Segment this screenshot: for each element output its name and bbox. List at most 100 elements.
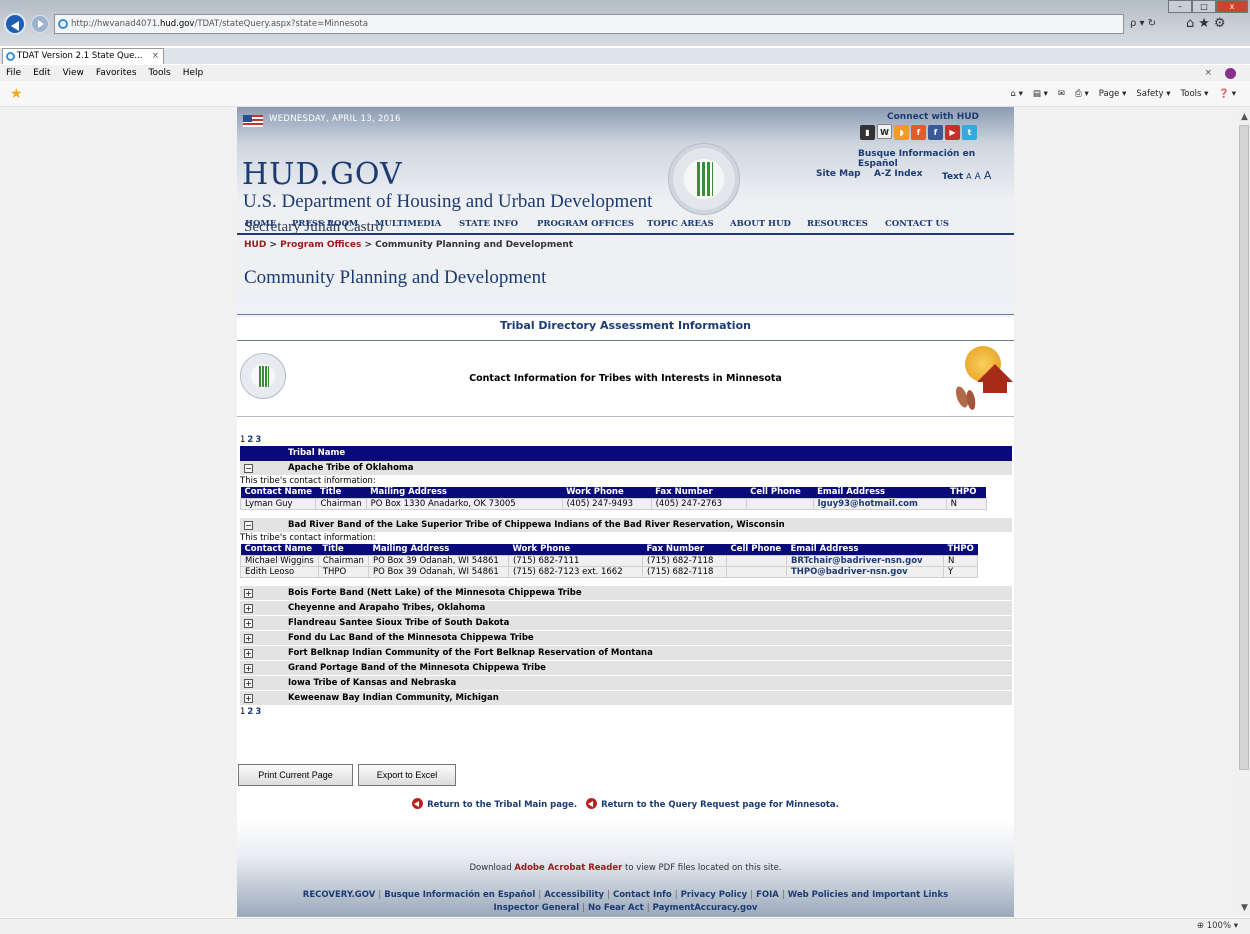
nav-about-hud[interactable]: ABOUT HUD — [730, 219, 791, 229]
home-favorites-settings-icons[interactable]: ⌂★⚙ — [1186, 14, 1248, 34]
nav-resources[interactable]: RESOURCES — [807, 219, 868, 229]
footer-link-foia[interactable]: FOIA — [756, 890, 779, 900]
scroll-up-icon[interactable]: ▲ — [1241, 112, 1248, 122]
breadcrumb-program-offices[interactable]: Program Offices — [280, 240, 361, 250]
footer-link-contact-info[interactable]: Contact Info — [613, 890, 672, 900]
expand-icon[interactable]: + — [244, 604, 253, 613]
page-menu[interactable]: Page ▾ — [1099, 89, 1127, 99]
mail-cmd[interactable]: ✉ — [1058, 89, 1065, 99]
nav-state-info[interactable]: STATE INFO — [459, 219, 518, 229]
return-query-request-link[interactable]: Return to the Query Request page for Min… — [601, 800, 839, 810]
site-name[interactable]: HUD.GOV — [242, 157, 403, 192]
text-size-medium[interactable]: A — [975, 172, 981, 182]
expand-icon[interactable]: + — [244, 619, 253, 628]
contact-email[interactable]: lguy93@hotmail.com — [812, 498, 947, 510]
twitter-icon[interactable]: t — [962, 125, 977, 140]
rss-icon[interactable]: ◗ — [894, 125, 909, 140]
print-cmd[interactable]: ⎙ ▾ — [1075, 89, 1089, 99]
print-current-page-button[interactable]: Print Current Page — [238, 764, 353, 786]
nav-press-room[interactable]: PRESS ROOM — [292, 219, 358, 229]
text-size-large[interactable]: A — [984, 169, 992, 182]
tribe-row[interactable]: + Cheyenne and Arapaho Tribes, Oklahoma — [240, 601, 1012, 616]
tab-close-icon[interactable]: × — [152, 49, 159, 64]
facebook-icon[interactable]: f — [928, 125, 943, 140]
tribe-row[interactable]: + Grand Portage Band of the Minnesota Chi… — [240, 661, 1012, 676]
close-window-button[interactable]: x — [1216, 0, 1248, 13]
footer-link-inspector-general[interactable]: Inspector General — [494, 903, 580, 913]
home-cmd[interactable]: ⌂ ▾ — [1011, 89, 1023, 99]
tribe-row[interactable]: − Apache Tribe of Oklahoma — [240, 461, 1012, 476]
smiley-feedback-icon[interactable] — [1225, 68, 1236, 79]
expand-icon[interactable]: + — [244, 679, 253, 688]
scroll-down-icon[interactable]: ▼ — [1241, 903, 1248, 913]
menu-help[interactable]: Help — [183, 68, 204, 78]
menubar-close-icon[interactable]: × — [1204, 65, 1212, 82]
vertical-scrollbar[interactable]: ▲ ▼ — [1238, 107, 1250, 917]
scrollbar-thumb[interactable] — [1239, 125, 1249, 770]
address-bar[interactable]: http://hwvanad4071.hud.gov/TDAT/stateQue… — [54, 14, 1124, 34]
nav-program-offices[interactable]: PROGRAM OFFICES — [537, 219, 634, 229]
expand-icon[interactable]: + — [244, 634, 253, 643]
favorites-bar: ★ ⌂ ▾ ▤ ▾ ✉ ⎙ ▾ Page ▾ Safety ▾ Tools ▾ ❓ ▾ — [0, 83, 1250, 107]
footer-link-no-fear-act[interactable]: No Fear Act — [588, 903, 644, 913]
youtube-icon[interactable]: ▶ — [945, 125, 960, 140]
tribe-row[interactable]: + Keweenaw Bay Indian Community, Michigan — [240, 691, 1012, 706]
tribe-row[interactable]: + Fort Belknap Indian Community of the Fo… — [240, 646, 1012, 661]
nav-topic-areas[interactable]: TOPIC AREAS — [647, 219, 714, 229]
collapse-icon[interactable]: − — [244, 521, 253, 530]
tribe-row[interactable]: + Fond du Lac Band of the Minnesota Chipp… — [240, 631, 1012, 646]
zoom-level[interactable]: ⊕ 100% ▾ — [1197, 919, 1238, 934]
nav-home[interactable]: HOME — [245, 219, 276, 229]
favorites-star-icon[interactable]: ★ — [10, 86, 23, 102]
search-refresh-icon[interactable]: ρ ▾ ↻ — [1126, 14, 1176, 34]
nav-multimedia[interactable]: MULTIMEDIA — [375, 219, 441, 229]
footer-link-busque[interactable]: Busque Información en Español — [384, 890, 535, 900]
tribe-row[interactable]: + Bois Forte Band (Nett Lake) of the Minn… — [240, 586, 1012, 601]
menu-favorites[interactable]: Favorites — [96, 68, 137, 78]
menu-file[interactable]: File — [6, 68, 21, 78]
safety-menu[interactable]: Safety ▾ — [1136, 89, 1170, 99]
tribe-row[interactable]: + Flandreau Santee Sioux Tribe of South D… — [240, 616, 1012, 631]
text-size-small[interactable]: A — [966, 172, 971, 181]
expand-icon[interactable]: + — [244, 664, 253, 673]
collapse-icon[interactable]: − — [244, 464, 253, 473]
footer-link-payment-accuracy[interactable]: PaymentAccuracy.gov — [653, 903, 758, 913]
tab-active[interactable]: TDAT Version 2.1 State Que... × — [2, 48, 164, 64]
pager-page-3[interactable]: 3 — [255, 435, 261, 445]
menu-edit[interactable]: Edit — [33, 68, 50, 78]
pager-page-2[interactable]: 2 — [247, 435, 253, 445]
contact-email[interactable]: THPO@badriver-nsn.gov — [785, 566, 944, 578]
contact-email[interactable]: BRTchair@badriver-nsn.gov — [785, 555, 944, 567]
expand-icon[interactable]: + — [244, 694, 253, 703]
flickr-icon[interactable]: f — [911, 125, 926, 140]
busque-link[interactable]: Busque Información en Español — [858, 149, 1014, 169]
wikipedia-icon[interactable]: W — [877, 124, 892, 139]
nav-contact-us[interactable]: CONTACT US — [885, 219, 949, 229]
mobile-icon[interactable]: ▮ — [860, 125, 875, 140]
az-index-link[interactable]: A-Z Index — [874, 169, 922, 179]
forward-button[interactable] — [31, 15, 49, 33]
minimize-button[interactable]: – — [1168, 0, 1192, 13]
pager-page-3[interactable]: 3 — [255, 707, 261, 717]
footer-link-recovery[interactable]: RECOVERY.GOV — [303, 890, 376, 900]
footer-link-web-policies[interactable]: Web Policies and Important Links — [788, 890, 948, 900]
expand-icon[interactable]: + — [244, 649, 253, 658]
maximize-button[interactable]: □ — [1192, 0, 1216, 13]
footer-link-privacy[interactable]: Privacy Policy — [681, 890, 748, 900]
pager-page-2[interactable]: 2 — [247, 707, 253, 717]
breadcrumb-hud[interactable]: HUD — [244, 240, 266, 250]
export-to-excel-button[interactable]: Export to Excel — [358, 764, 456, 786]
tribe-row[interactable]: − Bad River Band of the Lake Superior Tr… — [240, 518, 1012, 533]
footer-link-accessibility[interactable]: Accessibility — [544, 890, 604, 900]
expand-icon[interactable]: + — [244, 589, 253, 598]
back-button[interactable] — [4, 13, 26, 35]
tribe-row[interactable]: + Iowa Tribe of Kansas and Nebraska — [240, 676, 1012, 691]
tools-menu[interactable]: Tools ▾ — [1181, 89, 1209, 99]
return-tribal-main-link[interactable]: Return to the Tribal Main page. — [427, 800, 577, 810]
adobe-acrobat-link[interactable]: Adobe Acrobat Reader — [514, 863, 622, 873]
menu-view[interactable]: View — [63, 68, 84, 78]
site-map-link[interactable]: Site Map — [816, 169, 861, 179]
feeds-cmd[interactable]: ▤ ▾ — [1033, 89, 1048, 99]
help-menu[interactable]: ❓ ▾ — [1218, 89, 1236, 99]
menu-tools[interactable]: Tools — [149, 68, 171, 78]
